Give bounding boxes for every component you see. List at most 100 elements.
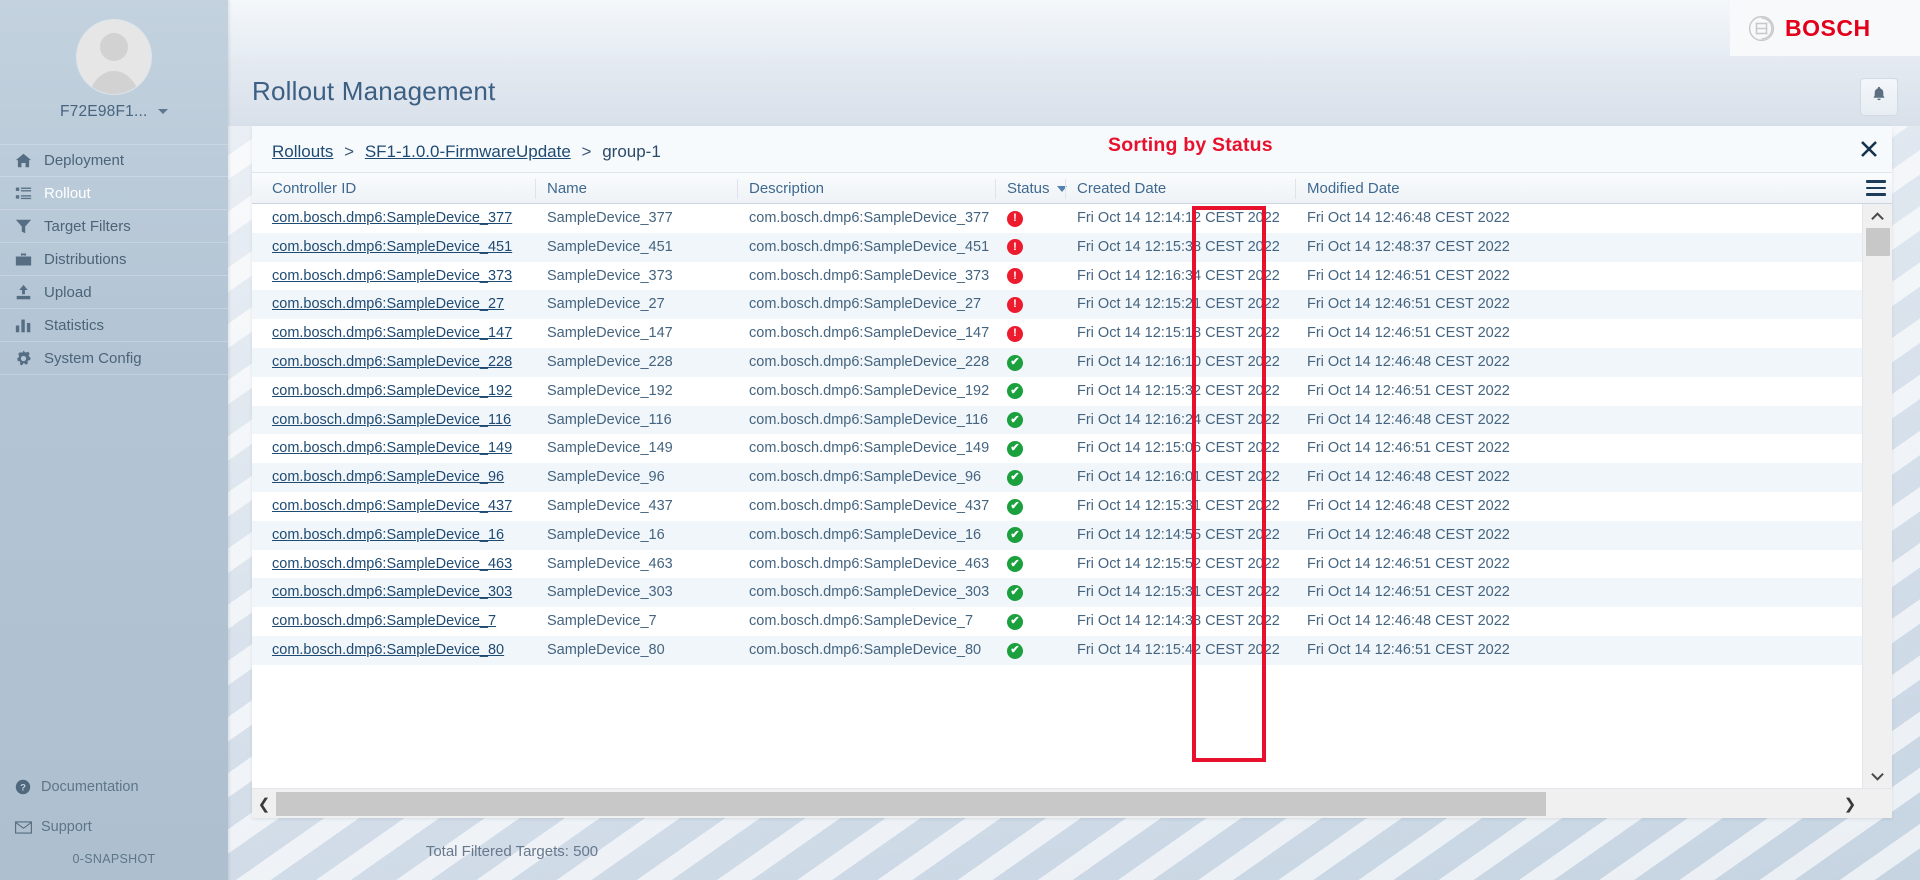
breadcrumb-rollouts[interactable]: Rollouts [272,142,333,161]
cell-name: SampleDevice_303 [547,584,673,601]
cell-controller-id[interactable]: com.bosch.dmp6:SampleDevice_451 [272,233,537,262]
notifications-button[interactable] [1860,78,1898,116]
cell-controller-id[interactable]: com.bosch.dmp6:SampleDevice_192 [272,377,537,406]
cell-controller-id[interactable]: com.bosch.dmp6:SampleDevice_16 [272,521,537,550]
cell-created: Fri Oct 14 12:15:31 CEST 2022 [1077,584,1280,601]
cell-description: com.bosch.dmp6:SampleDevice_437 [749,497,990,514]
avatar [77,20,151,94]
sidebar-label-distributions: Distributions [44,250,127,268]
cell-name: SampleDevice_147 [547,325,673,342]
breadcrumb-separator-2: > [581,142,592,161]
status-success-icon: ✔ [1007,354,1023,371]
user-menu[interactable]: F72E98F1... [0,103,228,121]
cell-controller-id[interactable]: com.bosch.dmp6:SampleDevice_463 [272,550,537,579]
column-header-created-date[interactable]: Created Date [1065,173,1166,205]
table-row[interactable]: com.bosch.dmp6:SampleDevice_116 SampleDev… [252,405,1862,435]
cell-controller-id[interactable]: com.bosch.dmp6:SampleDevice_149 [272,434,537,463]
status-success-icon: ✔ [1007,383,1023,400]
column-header-description[interactable]: Description [737,173,824,205]
cell-description: com.bosch.dmp6:SampleDevice_27 [749,296,982,313]
cell-name: SampleDevice_437 [547,497,673,514]
scroll-left-button[interactable]: ❮ [252,789,276,819]
cell-name: SampleDevice_96 [547,469,665,486]
sidebar-item-target-filters[interactable]: Target Filters [0,210,228,243]
filter-icon [15,218,41,235]
table-row[interactable]: com.bosch.dmp6:SampleDevice_437 SampleDev… [252,492,1862,521]
table-row[interactable]: com.bosch.dmp6:SampleDevice_451 SampleDev… [252,232,1862,262]
cell-controller-id[interactable]: com.bosch.dmp6:SampleDevice_437 [272,492,537,521]
table-row[interactable]: com.bosch.dmp6:SampleDevice_80 SampleDevi… [252,635,1862,665]
status-success-icon: ✔ [1007,556,1023,573]
column-settings-icon[interactable] [1866,180,1886,198]
table-row[interactable]: com.bosch.dmp6:SampleDevice_373 SampleDev… [252,262,1862,291]
sidebar-item-distributions[interactable]: Distributions [0,243,228,276]
table-row[interactable]: com.bosch.dmp6:SampleDevice_192 SampleDev… [252,377,1862,406]
column-header-name[interactable]: Name [535,173,587,205]
table-row[interactable]: com.bosch.dmp6:SampleDevice_27 SampleDevi… [252,290,1862,320]
table-body: com.bosch.dmp6:SampleDevice_377 SampleDev… [252,204,1862,788]
cell-modified: Fri Oct 14 12:46:51 CEST 2022 [1307,267,1510,284]
cell-created: Fri Oct 14 12:15:32 CEST 2022 [1077,382,1280,399]
cell-controller-id[interactable]: com.bosch.dmp6:SampleDevice_80 [272,636,537,665]
table-row[interactable]: com.bosch.dmp6:SampleDevice_16 SampleDevi… [252,520,1862,550]
rollout-management-page: F72E98F1... Deployment Rollout Target Fi… [0,0,1920,880]
sidebar-item-system-config[interactable]: System Config [0,342,228,375]
cell-controller-id[interactable]: com.bosch.dmp6:SampleDevice_377 [272,204,537,233]
topbar: BOSCH [228,0,1920,56]
cell-created: Fri Oct 14 12:14:12 CEST 2022 [1077,210,1280,226]
cell-created: Fri Oct 14 12:15:18 CEST 2022 [1077,325,1280,342]
cell-controller-id[interactable]: com.bosch.dmp6:SampleDevice_7 [272,607,537,636]
close-button[interactable] [1856,138,1882,164]
vertical-scroll-thumb[interactable] [1866,228,1890,256]
cell-description: com.bosch.dmp6:SampleDevice_377 [749,210,990,226]
sidebar-item-rollout[interactable]: Rollout [0,177,228,210]
page-title: Rollout Management [252,76,496,106]
cell-modified: Fri Oct 14 12:46:48 CEST 2022 [1307,613,1510,630]
sidebar-item-deployment[interactable]: Deployment [0,144,228,177]
cell-name: SampleDevice_16 [547,526,665,543]
cell-controller-id[interactable]: com.bosch.dmp6:SampleDevice_303 [272,578,537,607]
cell-created: Fri Oct 14 12:16:24 CEST 2022 [1077,411,1280,428]
sidebar-item-documentation[interactable]: ? Documentation [0,772,228,802]
status-success-icon: ✔ [1007,498,1023,515]
table-row[interactable]: com.bosch.dmp6:SampleDevice_377 SampleDev… [252,204,1862,233]
cell-name: SampleDevice_463 [547,555,673,572]
status-success-icon: ✔ [1007,440,1023,457]
sidebar-item-upload[interactable]: Upload [0,276,228,309]
column-header-controller-id[interactable]: Controller ID [272,173,356,205]
sidebar-label-documentation: Documentation [41,779,139,795]
vertical-scrollbar[interactable] [1862,204,1892,788]
cell-controller-id[interactable]: com.bosch.dmp6:SampleDevice_96 [272,463,537,492]
horizontal-scrollbar[interactable]: ❮ ❯ [252,788,1892,818]
cell-created: Fri Oct 14 12:15:06 CEST 2022 [1077,440,1280,457]
breadcrumb-rollout-name[interactable]: SF1-1.0.0-FirmwareUpdate [365,142,571,161]
sidebar-bottom-links: ? Documentation Support 0-SNAPSHOT [0,772,228,880]
help-circle-icon: ? [15,779,41,795]
scroll-right-button[interactable]: ❯ [1838,789,1862,819]
table-row[interactable]: com.bosch.dmp6:SampleDevice_303 SampleDev… [252,578,1862,608]
table-row[interactable]: com.bosch.dmp6:SampleDevice_147 SampleDev… [252,319,1862,348]
cell-modified: Fri Oct 14 12:46:48 CEST 2022 [1307,497,1510,514]
cell-controller-id[interactable]: com.bosch.dmp6:SampleDevice_27 [272,290,537,319]
table-row[interactable]: com.bosch.dmp6:SampleDevice_149 SampleDev… [252,434,1862,463]
cell-controller-id[interactable]: com.bosch.dmp6:SampleDevice_147 [272,319,537,348]
column-header-modified-date[interactable]: Modified Date [1295,173,1400,205]
horizontal-scroll-thumb[interactable] [276,792,1546,816]
cell-controller-id[interactable]: com.bosch.dmp6:SampleDevice_373 [272,262,537,291]
scroll-up-button[interactable] [1863,204,1892,228]
cell-controller-id[interactable]: com.bosch.dmp6:SampleDevice_116 [272,406,537,435]
table-row[interactable]: com.bosch.dmp6:SampleDevice_7 SampleDevic… [252,607,1862,636]
user-name: F72E98F1... [59,103,148,120]
bosch-logo: BOSCH [1730,0,1920,56]
cell-controller-id[interactable]: com.bosch.dmp6:SampleDevice_228 [272,348,537,377]
status-success-icon: ✔ [1007,527,1023,544]
sidebar-item-support[interactable]: Support [0,812,228,842]
table-row[interactable]: com.bosch.dmp6:SampleDevice_463 SampleDev… [252,550,1862,579]
table-row[interactable]: com.bosch.dmp6:SampleDevice_228 SampleDev… [252,347,1862,377]
cell-modified: Fri Oct 14 12:48:37 CEST 2022 [1307,238,1510,255]
scroll-down-button[interactable] [1863,764,1892,788]
column-header-status[interactable]: Status [995,173,1067,205]
sidebar-item-statistics[interactable]: Statistics [0,309,228,342]
avatar-area: F72E98F1... [0,0,228,121]
table-row[interactable]: com.bosch.dmp6:SampleDevice_96 SampleDevi… [252,463,1862,492]
